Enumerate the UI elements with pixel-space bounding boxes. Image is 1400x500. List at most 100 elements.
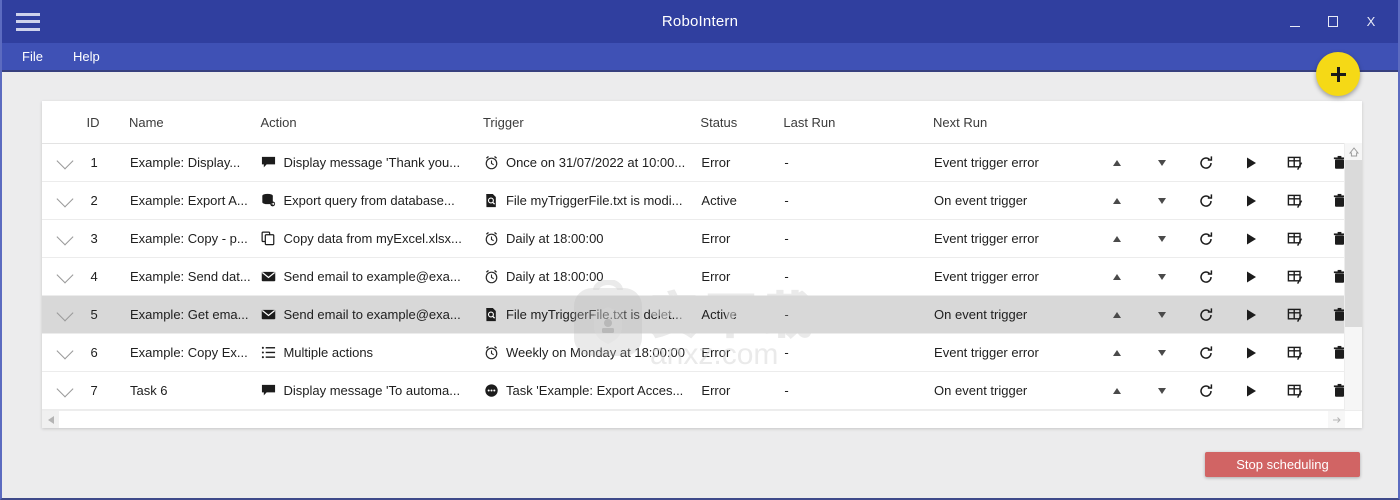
run-button[interactable] bbox=[1229, 183, 1272, 218]
move-up-button[interactable] bbox=[1096, 297, 1139, 332]
chevron-down-icon[interactable] bbox=[56, 190, 74, 208]
cell-move-down[interactable] bbox=[1139, 143, 1184, 182]
cell-move-up[interactable] bbox=[1094, 371, 1140, 410]
cell-edit-table[interactable] bbox=[1272, 219, 1318, 258]
vertical-scroll-thumb[interactable] bbox=[1345, 160, 1362, 327]
scroll-left-button[interactable] bbox=[42, 411, 59, 428]
cell-run[interactable] bbox=[1228, 295, 1273, 334]
run-button[interactable] bbox=[1229, 373, 1272, 408]
chevron-down-icon[interactable] bbox=[56, 266, 74, 284]
move-down-button[interactable] bbox=[1140, 145, 1183, 180]
hamburger-menu-icon[interactable] bbox=[16, 12, 40, 31]
refresh-button[interactable] bbox=[1185, 373, 1228, 408]
menu-item-help[interactable]: Help bbox=[61, 43, 112, 70]
edit-table-button[interactable] bbox=[1274, 297, 1317, 332]
table-row[interactable]: 5 Example: Get ema... Send email to exampl… bbox=[42, 295, 1362, 334]
chevron-down-icon[interactable] bbox=[56, 342, 74, 360]
edit-table-button[interactable] bbox=[1274, 335, 1317, 370]
chevron-down-icon[interactable] bbox=[56, 228, 74, 246]
cell-move-down[interactable] bbox=[1139, 181, 1184, 220]
header-id[interactable]: ID bbox=[86, 101, 129, 144]
chevron-down-icon[interactable] bbox=[56, 152, 74, 170]
cell-move-down[interactable] bbox=[1139, 257, 1184, 296]
move-down-button[interactable] bbox=[1140, 373, 1183, 408]
refresh-button[interactable] bbox=[1185, 183, 1228, 218]
header-last-run[interactable]: Last Run bbox=[783, 101, 934, 144]
cell-edit-table[interactable] bbox=[1272, 295, 1318, 334]
move-up-button[interactable] bbox=[1096, 259, 1139, 294]
move-up-button[interactable] bbox=[1096, 221, 1139, 256]
cell-move-down[interactable] bbox=[1139, 295, 1184, 334]
cell-move-up[interactable] bbox=[1094, 219, 1140, 258]
table-row[interactable]: 4 Example: Send dat... Send email to examp… bbox=[42, 257, 1362, 296]
header-status[interactable]: Status bbox=[700, 101, 784, 144]
cell-refresh[interactable] bbox=[1183, 257, 1229, 296]
cell-run[interactable] bbox=[1228, 257, 1273, 296]
cell-run[interactable] bbox=[1228, 333, 1273, 372]
row-expand-cell[interactable] bbox=[42, 295, 87, 334]
table-row[interactable]: 1 Example: Display... Display message 'Tha… bbox=[42, 143, 1362, 182]
move-down-button[interactable] bbox=[1140, 183, 1183, 218]
row-expand-cell[interactable] bbox=[42, 371, 87, 410]
minimize-button[interactable] bbox=[1276, 0, 1314, 43]
run-button[interactable] bbox=[1229, 221, 1272, 256]
cell-move-down[interactable] bbox=[1139, 371, 1184, 410]
cell-refresh[interactable] bbox=[1183, 371, 1229, 410]
move-down-button[interactable] bbox=[1140, 221, 1183, 256]
header-trigger[interactable]: Trigger bbox=[482, 101, 701, 144]
row-expand-cell[interactable] bbox=[42, 257, 87, 296]
refresh-button[interactable] bbox=[1185, 145, 1228, 180]
cell-move-up[interactable] bbox=[1094, 181, 1140, 220]
cell-move-up[interactable] bbox=[1094, 333, 1140, 372]
table-row[interactable]: 6 Example: Copy Ex... Multiple actions Week… bbox=[42, 333, 1362, 372]
chevron-down-icon[interactable] bbox=[56, 304, 74, 322]
refresh-button[interactable] bbox=[1185, 297, 1228, 332]
cell-run[interactable] bbox=[1228, 371, 1273, 410]
edit-table-button[interactable] bbox=[1274, 221, 1317, 256]
edit-table-button[interactable] bbox=[1274, 259, 1317, 294]
row-expand-cell[interactable] bbox=[42, 333, 87, 372]
horizontal-scrollbar[interactable] bbox=[42, 410, 1362, 428]
move-down-button[interactable] bbox=[1140, 297, 1183, 332]
edit-table-button[interactable] bbox=[1274, 183, 1317, 218]
cell-move-up[interactable] bbox=[1094, 257, 1140, 296]
move-up-button[interactable] bbox=[1096, 145, 1139, 180]
cell-edit-table[interactable] bbox=[1272, 371, 1318, 410]
row-expand-cell[interactable] bbox=[42, 181, 87, 220]
refresh-button[interactable] bbox=[1185, 259, 1228, 294]
close-button[interactable]: X bbox=[1352, 0, 1390, 43]
maximize-button[interactable] bbox=[1314, 0, 1352, 43]
cell-run[interactable] bbox=[1228, 219, 1273, 258]
stop-scheduling-button[interactable]: Stop scheduling bbox=[1205, 452, 1360, 477]
edit-table-button[interactable] bbox=[1274, 373, 1317, 408]
table-row[interactable]: 7 Task 6 Display message 'To automa... Task… bbox=[42, 371, 1362, 410]
row-expand-cell[interactable] bbox=[42, 143, 87, 182]
cell-move-up[interactable] bbox=[1094, 295, 1140, 334]
move-up-button[interactable] bbox=[1096, 335, 1139, 370]
table-row[interactable]: 2 Example: Export A... Export query from d… bbox=[42, 181, 1362, 220]
vertical-scrollbar[interactable] bbox=[1344, 143, 1362, 428]
cell-move-up[interactable] bbox=[1094, 143, 1140, 182]
menu-item-file[interactable]: File bbox=[10, 43, 55, 70]
move-up-button[interactable] bbox=[1096, 373, 1139, 408]
move-up-button[interactable] bbox=[1096, 183, 1139, 218]
cell-refresh[interactable] bbox=[1183, 219, 1229, 258]
row-expand-cell[interactable] bbox=[42, 219, 87, 258]
cell-refresh[interactable] bbox=[1183, 181, 1229, 220]
add-task-button[interactable] bbox=[1316, 52, 1360, 96]
header-action[interactable]: Action bbox=[260, 101, 483, 144]
cell-run[interactable] bbox=[1228, 181, 1273, 220]
header-name[interactable]: Name bbox=[128, 101, 261, 144]
edit-table-button[interactable] bbox=[1274, 145, 1317, 180]
cell-run[interactable] bbox=[1228, 143, 1273, 182]
scroll-up-button[interactable] bbox=[1345, 143, 1362, 160]
move-down-button[interactable] bbox=[1140, 259, 1183, 294]
chevron-down-icon[interactable] bbox=[56, 380, 74, 398]
cell-edit-table[interactable] bbox=[1272, 333, 1318, 372]
cell-refresh[interactable] bbox=[1183, 333, 1229, 372]
scroll-right-button[interactable] bbox=[1328, 411, 1345, 428]
cell-refresh[interactable] bbox=[1183, 143, 1229, 182]
move-down-button[interactable] bbox=[1140, 335, 1183, 370]
refresh-button[interactable] bbox=[1185, 221, 1228, 256]
header-next-run[interactable]: Next Run bbox=[933, 101, 1362, 144]
